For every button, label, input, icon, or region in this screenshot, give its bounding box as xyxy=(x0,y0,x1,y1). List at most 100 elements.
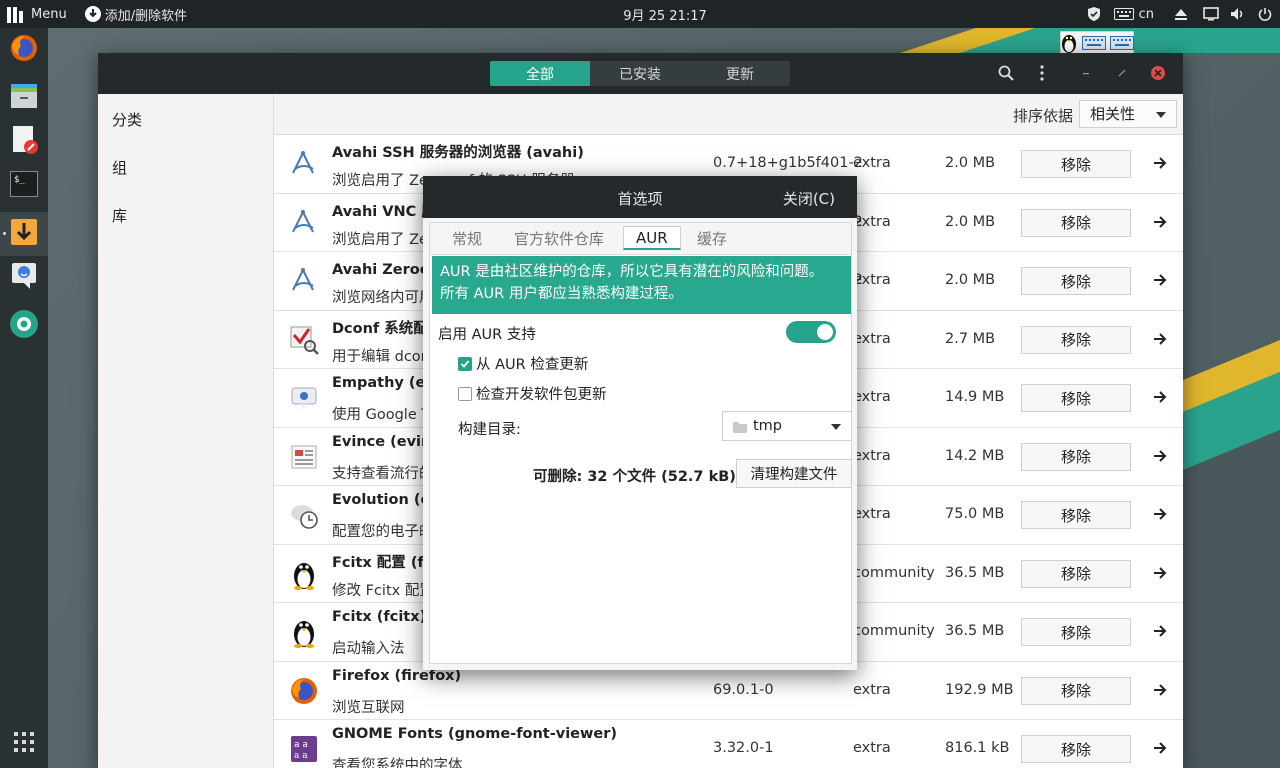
package-repo: extra xyxy=(853,213,891,230)
chat-icon xyxy=(10,261,38,295)
dock-firefox[interactable] xyxy=(0,28,48,72)
package-repo: extra xyxy=(853,506,891,522)
dock-terminal[interactable]: $_ xyxy=(0,164,48,208)
package-size: 36.5 MB xyxy=(945,564,1005,581)
dock: $_ xyxy=(0,28,48,768)
manjaro-logo-icon[interactable] xyxy=(7,5,25,23)
dock-apps-grid[interactable] xyxy=(0,722,48,766)
remove-button[interactable]: 移除 xyxy=(1021,501,1131,529)
package-row[interactable]: a aa a GNOME Fonts (gnome-font-viewer) 查看您… xyxy=(274,720,1183,768)
clean-build-files-button[interactable]: 清理构建文件 xyxy=(736,459,852,488)
package-repo: extra xyxy=(853,681,891,698)
package-size: 192.9 MB xyxy=(945,681,1014,698)
package-repo: extra xyxy=(853,447,891,464)
preferences-header: 首选项 关闭(C) xyxy=(423,176,857,218)
remove-button[interactable]: 移除 xyxy=(1021,384,1131,412)
close-button[interactable]: 关闭(C) xyxy=(783,188,835,209)
remove-button[interactable]: 移除 xyxy=(1021,150,1131,178)
check-dev-updates-row[interactable]: 检查开发软件包更新 xyxy=(458,383,607,404)
arrow-right-icon[interactable] xyxy=(1150,387,1170,407)
check-aur-updates-label: 从 AUR 检查更新 xyxy=(476,357,589,373)
dock-text-editor[interactable] xyxy=(0,120,48,164)
check-aur-updates-checkbox[interactable] xyxy=(458,356,472,371)
remove-button[interactable]: 移除 xyxy=(1021,267,1131,295)
penguin-icon xyxy=(288,558,320,590)
remove-button[interactable]: 移除 xyxy=(1021,208,1131,237)
top-panel: Menu 添加/删除软件 9月 25 21:17 cn xyxy=(0,0,1280,28)
remove-button[interactable]: 移除 xyxy=(1021,676,1131,705)
tab-general[interactable]: 常规 xyxy=(452,228,482,252)
arrow-right-icon[interactable] xyxy=(1150,504,1170,524)
sort-bar: 排序依据 相关性 xyxy=(274,94,1183,135)
sort-dropdown[interactable]: 相关性 xyxy=(1079,100,1177,128)
arrow-right-icon[interactable] xyxy=(1150,446,1170,466)
power-icon[interactable] xyxy=(1250,0,1280,28)
tab-aur[interactable]: AUR xyxy=(623,226,681,250)
check-dev-updates-checkbox[interactable] xyxy=(458,386,472,401)
arrow-right-icon[interactable] xyxy=(1150,270,1170,290)
firefox-icon xyxy=(9,33,39,67)
package-size: 816.1 kB xyxy=(945,740,1010,756)
removable-files-info: 可删除: 32 个文件 (52.7 kB) xyxy=(533,469,736,485)
arrow-right-icon[interactable] xyxy=(1150,680,1170,700)
sidebar-item-groups[interactable]: 组 xyxy=(112,157,127,178)
dock-camera[interactable] xyxy=(0,304,48,348)
package-size: 2.0 MB xyxy=(945,155,996,171)
arrow-right-icon[interactable] xyxy=(1150,738,1170,758)
file-manager-icon xyxy=(10,82,38,114)
tab-updates[interactable]: 更新 xyxy=(690,61,790,86)
package-version: 69.0.1-0 xyxy=(713,681,774,698)
folder-icon xyxy=(733,421,747,437)
arrow-right-icon[interactable] xyxy=(1150,212,1170,232)
checkmark-icon xyxy=(288,324,320,356)
tab-cache[interactable]: 缓存 xyxy=(697,228,727,252)
package-repo: extra xyxy=(853,740,891,756)
arrow-right-icon[interactable] xyxy=(1150,621,1170,641)
remove-button[interactable]: 移除 xyxy=(1021,325,1131,354)
menu-dots-icon[interactable] xyxy=(1032,63,1052,83)
remove-button[interactable]: 移除 xyxy=(1021,442,1131,471)
arrow-right-icon[interactable] xyxy=(1150,329,1170,349)
active-app-title[interactable]: 添加/删除软件 xyxy=(105,5,187,24)
dock-file-manager[interactable] xyxy=(0,76,48,120)
check-aur-updates-row[interactable]: 从 AUR 检查更新 xyxy=(458,353,588,374)
keyboard-icon[interactable] xyxy=(1109,0,1139,28)
tab-installed[interactable]: 已安装 xyxy=(590,61,690,86)
dock-software-manager[interactable] xyxy=(0,212,48,256)
maximize-icon[interactable] xyxy=(1112,63,1132,83)
chevron-down-icon xyxy=(831,424,841,430)
minimize-icon[interactable] xyxy=(1076,63,1096,83)
enable-aur-toggle[interactable] xyxy=(786,321,836,343)
package-size: 75.0 MB xyxy=(945,506,1005,522)
keyboard-layout[interactable]: cn xyxy=(1139,7,1154,22)
shield-icon[interactable] xyxy=(1079,0,1109,28)
tab-official-repos[interactable]: 官方软件仓库 xyxy=(514,228,604,252)
package-version: 0.7+18+g1b5f401-2 xyxy=(713,155,863,171)
window-icon[interactable] xyxy=(1196,0,1226,28)
clock[interactable]: 9月 25 21:17 xyxy=(600,5,730,24)
tab-all[interactable]: 全部 xyxy=(490,61,590,86)
sort-label: 排序依据 xyxy=(1012,107,1073,125)
sidebar-item-repositories[interactable]: 库 xyxy=(112,205,127,226)
build-dir-dropdown[interactable]: tmp xyxy=(722,411,852,441)
eject-icon[interactable] xyxy=(1166,0,1196,28)
search-icon[interactable] xyxy=(996,63,1016,83)
package-version: 3.32.0-1 xyxy=(713,740,774,756)
view-switcher: 全部 已安装 更新 xyxy=(490,61,790,86)
dock-chat[interactable] xyxy=(0,256,48,300)
arrow-right-icon[interactable] xyxy=(1150,153,1170,173)
preferences-tabs: 常规 官方软件仓库 AUR 缓存 xyxy=(430,223,851,255)
build-dir-label: 构建目录: xyxy=(458,422,521,438)
remove-button[interactable]: 移除 xyxy=(1021,735,1131,763)
banner-line-1: AUR 是由社区维护的仓库，所以它具有潜在的风险和问题。 xyxy=(440,264,824,280)
package-name: Fcitx (fcitx) xyxy=(332,609,427,625)
close-icon[interactable] xyxy=(1148,63,1168,83)
package-row[interactable]: Firefox (firefox) 浏览互联网 69.0.1-0 extra 192.9… xyxy=(274,661,1183,720)
remove-button[interactable]: 移除 xyxy=(1021,559,1131,588)
remove-button[interactable]: 移除 xyxy=(1021,618,1131,646)
menu-button[interactable]: Menu xyxy=(31,7,67,22)
arrow-right-icon[interactable] xyxy=(1150,563,1170,583)
volume-icon[interactable] xyxy=(1226,0,1250,28)
svg-text:a a: a a xyxy=(294,740,308,750)
sidebar-item-categories[interactable]: 分类 xyxy=(112,109,142,130)
